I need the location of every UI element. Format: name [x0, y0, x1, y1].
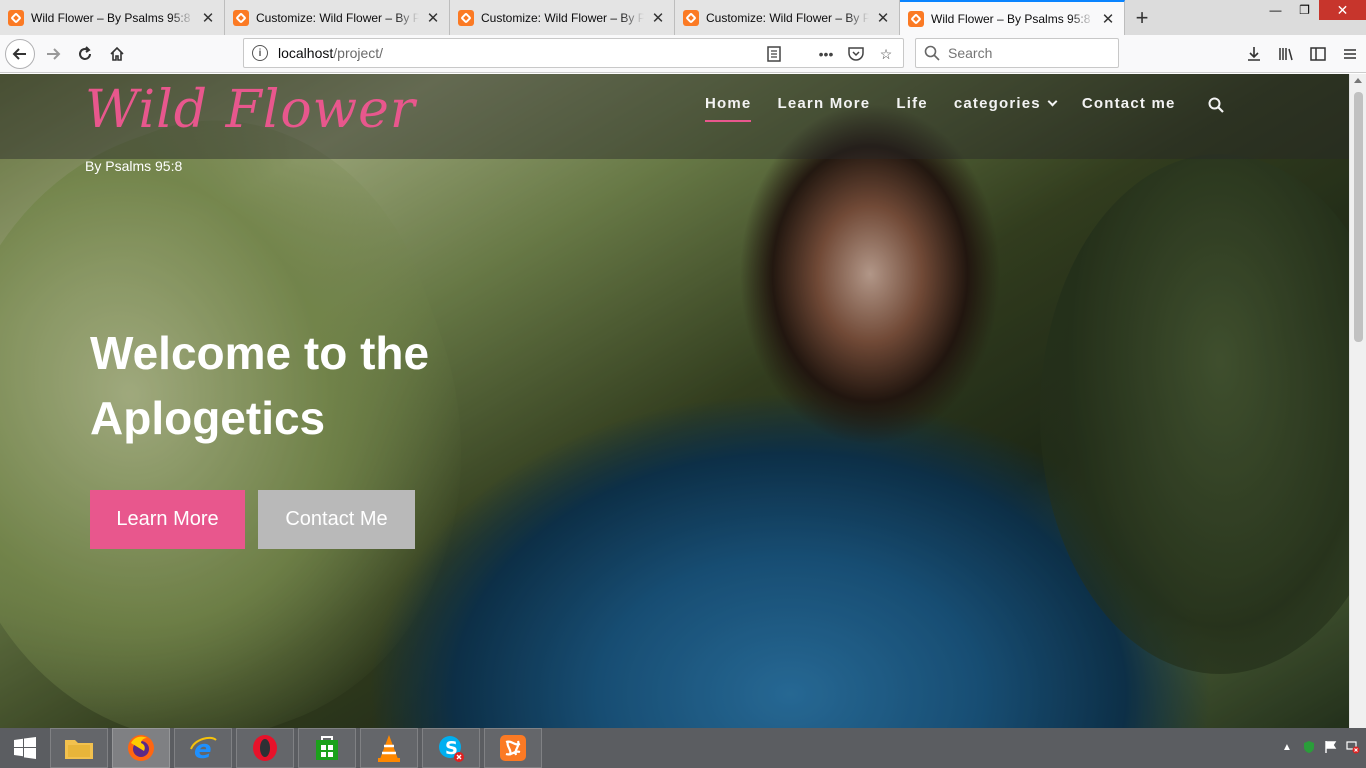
reload-button[interactable] [70, 39, 100, 69]
tab-title: Customize: Wild Flower – By Psalms 95:8 [481, 10, 644, 25]
window-close-icon[interactable]: ✕ [1319, 0, 1366, 20]
forward-arrow-icon [47, 48, 61, 60]
search-input[interactable] [948, 45, 1108, 61]
tab-close-icon[interactable]: ✕ [200, 9, 216, 27]
browser-tab[interactable]: Customize: Wild Flower – By Psalms 95:8 … [450, 0, 675, 35]
url-host: localhost [278, 45, 334, 61]
bookmark-star-icon[interactable]: ☆ [875, 43, 897, 65]
internet-explorer-icon: e [190, 735, 217, 763]
vlc-icon [378, 735, 400, 762]
scroll-up-arrow-icon[interactable] [1354, 78, 1362, 83]
browser-tab[interactable]: Wild Flower – By Psalms 95:8 ✕ [0, 0, 225, 35]
browser-tab[interactable]: Customize: Wild Flower – By Psalms 95:8 … [675, 0, 900, 35]
xampp-favicon-icon [458, 9, 474, 26]
tab-close-icon[interactable]: ✕ [875, 9, 891, 27]
opera-icon [253, 735, 277, 761]
windows-taskbar: e S ▲ [0, 728, 1366, 768]
back-button[interactable] [5, 39, 35, 69]
new-tab-button[interactable]: + [1125, 0, 1159, 35]
nav-item-home[interactable]: Home [705, 95, 752, 122]
home-icon [110, 46, 124, 61]
nav-item-learn-more[interactable]: Learn More [777, 95, 870, 122]
start-button[interactable] [0, 728, 50, 768]
learn-more-button[interactable]: Learn More [90, 490, 245, 549]
tab-title: Customize: Wild Flower – By Psalms 95:8 [706, 10, 869, 25]
tab-strip: Wild Flower – By Psalms 95:8 ✕ Customize… [0, 0, 1366, 35]
reload-icon [79, 46, 91, 60]
navigation-toolbar: i localhost/project/ ••• ☆ [0, 35, 1366, 73]
xampp-favicon-icon [683, 9, 699, 26]
main-navigation: Home Learn More Life categories Contact … [705, 95, 1224, 122]
taskbar-internet-explorer[interactable]: e [174, 728, 232, 768]
taskbar-opera[interactable] [236, 728, 294, 768]
hero-title: Welcome to the Aplogetics [90, 327, 430, 444]
browser-tab[interactable]: Customize: Wild Flower – By Psalms 95:8 … [225, 0, 450, 35]
reader-view-icon[interactable] [763, 43, 785, 65]
show-hidden-icons-icon[interactable]: ▲ [1280, 740, 1294, 754]
tab-title: Customize: Wild Flower – By Psalms 95:8 [256, 10, 419, 25]
pocket-icon[interactable] [845, 43, 867, 65]
url-text[interactable]: localhost/project/ [278, 45, 383, 61]
xampp-favicon-icon [908, 10, 924, 27]
page-actions-icon[interactable]: ••• [815, 43, 837, 65]
search-icon [924, 45, 940, 61]
site-info-icon[interactable]: i [252, 45, 268, 61]
library-icon[interactable] [1270, 39, 1302, 69]
page-scrollbar[interactable] [1349, 74, 1366, 728]
tab-close-icon[interactable]: ✕ [1100, 10, 1116, 28]
scrollbar-thumb[interactable] [1354, 92, 1363, 342]
toolbar-right-group [1238, 39, 1366, 69]
nav-item-categories[interactable]: categories [953, 95, 1058, 122]
action-center-flag-icon[interactable] [1324, 740, 1338, 754]
chevron-down-icon [1047, 96, 1058, 107]
downloads-icon[interactable] [1238, 39, 1270, 69]
store-icon [316, 736, 338, 760]
taskbar-firefox[interactable] [112, 728, 170, 768]
xampp-favicon-icon [8, 9, 24, 26]
xampp-favicon-icon [233, 9, 249, 26]
contact-me-button[interactable]: Contact Me [258, 490, 415, 549]
system-tray: ▲ [1280, 740, 1360, 754]
xampp-icon [500, 735, 526, 761]
forward-button[interactable] [38, 39, 68, 69]
taskbar-store[interactable] [298, 728, 356, 768]
windows-logo-icon [14, 737, 36, 759]
sidebar-icon[interactable] [1302, 39, 1334, 69]
search-box[interactable] [915, 38, 1119, 68]
home-button[interactable] [102, 39, 132, 69]
url-path: /project/ [333, 45, 384, 61]
nav-item-categories-label: categories [953, 95, 1041, 112]
nav-item-life[interactable]: Life [896, 95, 927, 122]
page-viewport: Wild Flower By Psalms 95:8 Home Learn Mo… [0, 74, 1366, 728]
restore-icon[interactable]: ❐ [1290, 0, 1319, 20]
minimize-icon[interactable]: — [1261, 0, 1290, 20]
folder-icon [65, 740, 93, 759]
network-disconnected-icon[interactable] [1346, 740, 1360, 754]
security-shield-icon[interactable] [1302, 740, 1316, 754]
menu-hamburger-icon[interactable] [1334, 39, 1366, 69]
window-controls: — ❐ ✕ [1261, 0, 1366, 24]
tab-title: Wild Flower – By Psalms 95:8 [931, 11, 1091, 26]
back-arrow-icon [12, 48, 26, 60]
site-tagline: By Psalms 95:8 [85, 158, 183, 174]
taskbar-skype[interactable]: S [422, 728, 480, 768]
url-bar[interactable]: i localhost/project/ ••• ☆ [243, 38, 904, 68]
firefox-icon [128, 735, 154, 761]
skype-icon: S [439, 736, 464, 762]
tab-close-icon[interactable]: ✕ [650, 9, 666, 27]
tab-close-icon[interactable]: ✕ [425, 9, 441, 27]
nav-search-icon[interactable] [1208, 97, 1224, 113]
browser-tab-active[interactable]: Wild Flower – By Psalms 95:8 ✕ [900, 0, 1125, 35]
nav-item-contact[interactable]: Contact me [1082, 95, 1176, 122]
taskbar-file-explorer[interactable] [50, 728, 108, 768]
taskbar-xampp[interactable] [484, 728, 542, 768]
taskbar-vlc[interactable] [360, 728, 418, 768]
site-logo[interactable]: Wild Flower [85, 80, 416, 140]
tab-title: Wild Flower – By Psalms 95:8 [31, 10, 191, 25]
